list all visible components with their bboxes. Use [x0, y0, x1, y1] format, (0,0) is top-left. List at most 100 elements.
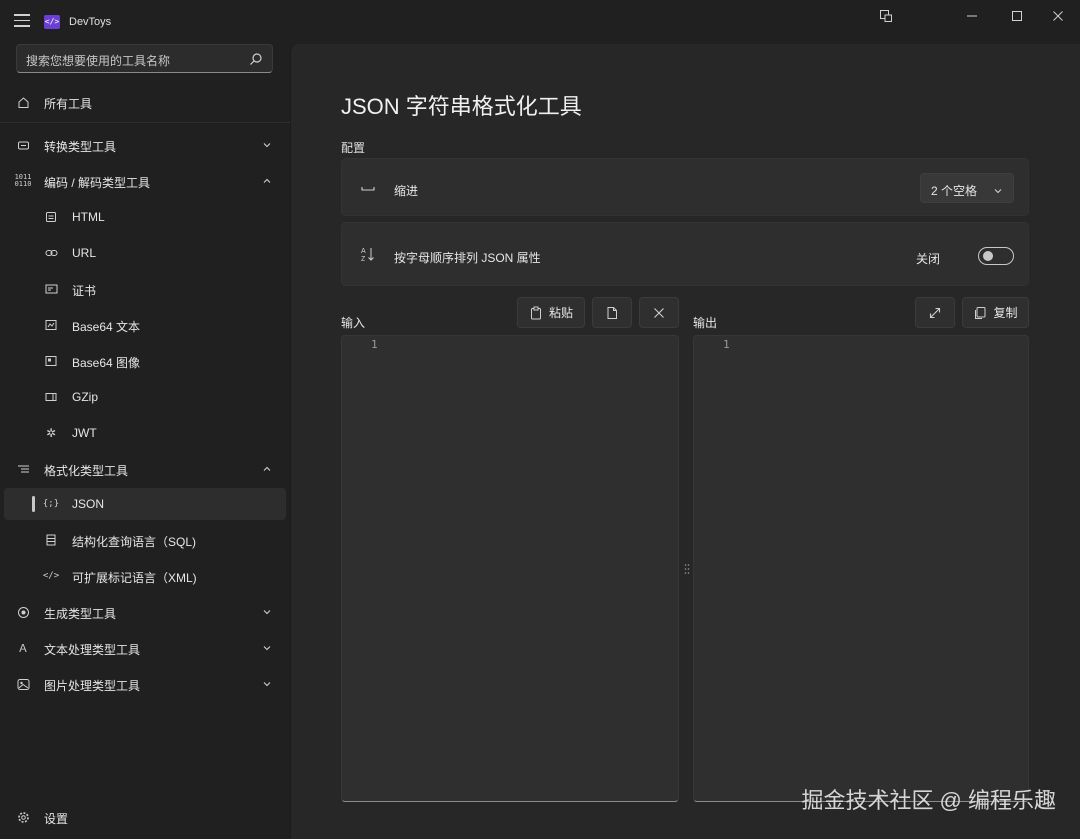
- jwt-icon: ✲: [45, 426, 57, 440]
- xml-icon: </>: [42, 571, 60, 581]
- sidebar-item-label: 转换类型工具: [44, 140, 117, 154]
- base64-text-icon: [44, 318, 58, 332]
- indent-value: 2 个空格: [931, 184, 978, 198]
- line-number: 1: [371, 338, 378, 351]
- chevron-down-icon[interactable]: [262, 139, 272, 149]
- close-icon: [652, 306, 666, 320]
- html-icon: [44, 210, 58, 224]
- search-placeholder: 搜索您想要使用的工具名称: [26, 54, 171, 68]
- certificate-icon: [44, 282, 58, 296]
- sidebar-item-label: GZip: [72, 390, 99, 404]
- sql-icon: [44, 533, 58, 547]
- app-logo-icon: </>: [44, 15, 60, 29]
- page-title: JSON 字符串格式化工具: [341, 94, 582, 119]
- search-icon[interactable]: [249, 52, 263, 66]
- title-bar: </> DevToys: [0, 0, 1080, 44]
- sidebar-item-certificate[interactable]: 证书: [4, 273, 286, 305]
- sidebar-item-formatters[interactable]: 格式化类型工具: [4, 453, 286, 485]
- sidebar-item-label: 可扩展标记语言（XML): [72, 571, 197, 585]
- sidebar-item-label: 图片处理类型工具: [44, 679, 141, 693]
- main-content: JSON 字符串格式化工具 配置 缩进 2 个空格 AZ 按字母顺序排列 JSO…: [290, 44, 1080, 839]
- indent-dropdown[interactable]: 2 个空格: [920, 173, 1014, 203]
- sidebar-item-label: 文本处理类型工具: [44, 643, 141, 657]
- sidebar-item-text[interactable]: Ａ 文本处理类型工具: [4, 632, 286, 664]
- sidebar-item-label: 证书: [72, 284, 97, 298]
- close-icon[interactable]: [1048, 8, 1068, 24]
- sidebar-item-html[interactable]: HTML: [4, 201, 286, 233]
- sidebar-item-label: 所有工具: [44, 97, 93, 111]
- copy-button[interactable]: 复制: [962, 297, 1029, 328]
- gear-icon: [16, 810, 30, 824]
- chevron-down-icon[interactable]: [262, 642, 272, 652]
- maximize-icon[interactable]: [1007, 8, 1027, 24]
- paste-button[interactable]: 粘贴: [517, 297, 585, 328]
- expand-button[interactable]: [915, 297, 955, 328]
- sidebar-item-label: Base64 图像: [72, 356, 141, 370]
- indent-icon: [360, 180, 376, 196]
- sidebar-item-sql[interactable]: 结构化查询语言（SQL): [4, 524, 286, 556]
- sidebar-item-gzip[interactable]: GZip: [4, 381, 286, 413]
- toggle-state-label: 关闭: [915, 252, 940, 266]
- sidebar: 搜索您想要使用的工具名称 所有工具 转换类型工具 1011 0110 编码 / 解…: [0, 44, 290, 839]
- sidebar-item-base64-text[interactable]: Base64 文本: [4, 309, 286, 341]
- sidebar-item-base64-image[interactable]: Base64 图像: [4, 345, 286, 377]
- input-editor[interactable]: 1: [341, 335, 679, 802]
- sidebar-item-label: 编码 / 解码类型工具: [44, 176, 151, 190]
- sidebar-item-label: HTML: [72, 210, 105, 224]
- sort-label: 按字母顺序排列 JSON 属性: [394, 251, 541, 265]
- line-number: 1: [723, 338, 730, 351]
- config-section-label: 配置: [341, 141, 366, 155]
- sidebar-item-label: Base64 文本: [72, 320, 141, 334]
- menu-icon[interactable]: [14, 14, 30, 28]
- link-icon: [44, 246, 58, 260]
- toggle-knob: [983, 251, 993, 261]
- sidebar-item-jwt[interactable]: ✲ JWT: [4, 417, 286, 449]
- sidebar-item-label: URL: [72, 246, 97, 260]
- formatter-icon: [16, 462, 30, 476]
- indent-label: 缩进: [394, 184, 419, 198]
- grip-icon[interactable]: [684, 562, 690, 574]
- watermark: 掘金技术社区 @ 编程乐趣: [801, 788, 1056, 813]
- home-icon: [16, 95, 30, 109]
- sidebar-item-encoders[interactable]: 1011 0110 编码 / 解码类型工具: [4, 165, 286, 197]
- svg-text:Z: Z: [361, 256, 366, 262]
- chevron-up-icon[interactable]: [262, 463, 272, 473]
- sort-toggle[interactable]: [978, 247, 1014, 265]
- sidebar-item-all-tools[interactable]: 所有工具: [4, 86, 286, 118]
- sidebar-item-json[interactable]: {;} JSON: [4, 488, 286, 520]
- base64-image-icon: [44, 354, 58, 368]
- app-title: DevToys: [69, 16, 112, 28]
- sidebar-item-converters[interactable]: 转换类型工具: [4, 129, 286, 161]
- sidebar-item-label: 格式化类型工具: [44, 464, 129, 478]
- sidebar-item-label: 结构化查询语言（SQL): [72, 535, 197, 549]
- sidebar-item-url[interactable]: URL: [4, 237, 286, 269]
- copy-icon: [973, 306, 987, 320]
- compact-overlay-icon[interactable]: [876, 8, 896, 24]
- gzip-icon: [44, 390, 58, 404]
- indent-setting-card: 缩进 2 个空格: [341, 158, 1029, 216]
- sidebar-item-generators[interactable]: 生成类型工具: [4, 596, 286, 628]
- copy-label: 复制: [993, 306, 1018, 320]
- generator-icon: [16, 605, 30, 619]
- clipboard-icon: [529, 306, 543, 320]
- sidebar-item-label: JSON: [72, 497, 105, 511]
- file-icon: [605, 306, 619, 320]
- converter-icon: [16, 138, 30, 152]
- binary-icon: 1011 0110: [14, 173, 32, 188]
- clear-button[interactable]: [639, 297, 679, 328]
- open-file-button[interactable]: [592, 297, 632, 328]
- output-label: 输出: [693, 316, 718, 330]
- sidebar-item-image[interactable]: 图片处理类型工具: [4, 668, 286, 700]
- minimize-icon[interactable]: [962, 8, 982, 24]
- sidebar-item-settings[interactable]: 设置: [4, 801, 286, 833]
- chevron-down-icon[interactable]: [262, 678, 272, 688]
- search-input[interactable]: 搜索您想要使用的工具名称: [16, 44, 273, 73]
- sidebar-item-xml[interactable]: </> 可扩展标记语言（XML): [4, 560, 286, 592]
- output-editor[interactable]: 1: [693, 335, 1029, 802]
- json-icon: {;}: [42, 499, 60, 509]
- chevron-down-icon[interactable]: [262, 606, 272, 616]
- sort-setting-card: AZ 按字母顺序排列 JSON 属性 关闭: [341, 222, 1029, 286]
- sidebar-item-label: 设置: [44, 812, 69, 826]
- input-label: 输入: [341, 316, 366, 330]
- chevron-up-icon[interactable]: [262, 175, 272, 185]
